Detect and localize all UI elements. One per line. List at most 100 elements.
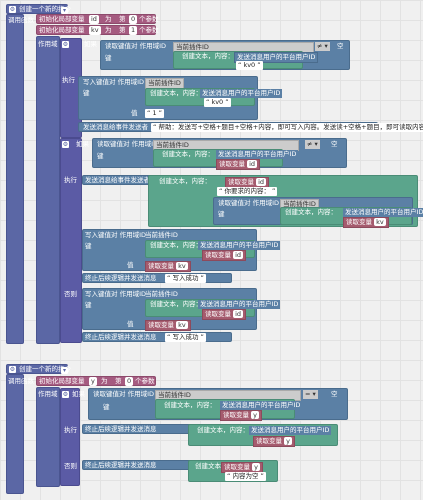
gear-icon[interactable]: ⚙	[9, 365, 16, 374]
create-text-label: 创建文本，内容：	[197, 426, 249, 434]
sender-user-id[interactable]: 发送消息用户的平台用户ID	[249, 426, 332, 435]
read-var-block[interactable]: 读取变量 kv	[145, 261, 191, 272]
read-var-block[interactable]: 读取变量 y	[220, 410, 262, 421]
read-kv-block[interactable]: 读取键值对 作用域ID 当前插件ID = ▾ 空 键 创建文本，内容： 发送消息…	[88, 388, 348, 421]
read-kv-block[interactable]: 读取键值对 作用域ID 当前插件ID ≠ ▾ 空 键 创建文本，内容： 发送消息…	[92, 138, 347, 170]
sender-user-id[interactable]: 发送消息用户的平台用户ID	[343, 208, 423, 217]
current-plugin-id[interactable]: 当前插件ID	[145, 290, 178, 299]
create-text-block[interactable]: 创建文本，内容： 发送消息用户的平台用户ID 读取变量 id	[153, 149, 299, 170]
end-send-label: 终止后续逻辑并发送消息	[85, 333, 157, 341]
init-local-var-block[interactable]: 初始化局部变量 id 为 第 0 个参数	[36, 14, 159, 24]
read-var-block[interactable]: 读取变量 id	[202, 309, 247, 320]
var-dropdown[interactable]: id	[89, 15, 99, 24]
create-text-label: 创建文本，内容：	[150, 89, 202, 97]
else-label: 否则	[64, 290, 77, 298]
gear-icon[interactable]: ⚙	[9, 5, 16, 14]
init-label: 初始化局部变量	[39, 377, 85, 385]
write-kv-block[interactable]: 写入键值对 作用域ID 当前插件ID 键 创建文本，内容： 发送消息用户的平台用…	[82, 229, 281, 272]
scope-block[interactable]	[36, 387, 60, 487]
sender-user-id[interactable]: 发送消息用户的平台用户ID	[216, 150, 299, 159]
var-dropdown[interactable]: y	[89, 377, 97, 386]
param-index[interactable]: 1	[129, 26, 138, 35]
value-string[interactable]: “ 1 ”	[145, 109, 165, 118]
sender-user-id[interactable]: 发送消息用户的平台用户ID	[220, 401, 303, 410]
kv0-string[interactable]: “ kv0 ”	[236, 61, 263, 70]
create-text-block[interactable]: 创建文本，内容： 发送消息用户的平台用户ID “ kv0 ”	[145, 88, 283, 107]
exec-label: 执行	[64, 176, 77, 184]
var-dropdown[interactable]: kv	[89, 26, 101, 35]
current-plugin-id[interactable]: 当前插件ID	[145, 231, 178, 240]
gear-icon[interactable]: ⚙	[62, 40, 69, 49]
end-send-block[interactable]: 终止后续逻辑并发送消息	[82, 460, 192, 470]
command-body	[6, 14, 24, 344]
scope-label: 作用域	[38, 390, 58, 398]
new-command-header[interactable]: ⚙ 创建一个新的指令 ▾	[6, 4, 71, 14]
end-send-block[interactable]: 终止后续逻辑并发送消息 “ 写入成功 ”	[82, 332, 232, 342]
scope-label: 作用域	[38, 40, 58, 48]
read-kv-label: 读取键值对 作用域ID	[93, 390, 154, 398]
create-text-label: 创建文本，内容：	[159, 177, 211, 185]
key-label: 键	[103, 403, 110, 411]
param-index[interactable]: 0	[125, 377, 134, 386]
create-text-block[interactable]: 创建文本，内容： 发送消息用户的平台用户ID 读取变量 kv	[280, 207, 423, 228]
read-kv-block[interactable]: 读取键值对 作用域ID 当前插件ID ≠ ▾ 空 键 创建文本，内容： 发送消息…	[100, 40, 350, 70]
create-text-label: 创建文本，内容：	[150, 300, 202, 308]
read-var-block[interactable]: 读取变量 kv	[343, 217, 389, 228]
as-label: 为	[101, 377, 108, 385]
send-label: 发送消息给事件发送者	[83, 123, 148, 131]
send-to-sender-block[interactable]: 发送消息给事件发送者	[82, 175, 152, 185]
read-var-block[interactable]: 读取变量 id	[202, 250, 247, 261]
key-label: 键	[97, 152, 104, 160]
value-label: 值	[127, 261, 134, 269]
write-ok-string[interactable]: “ 写入成功 ”	[165, 333, 206, 342]
send-to-sender-block[interactable]: 发送消息给事件发送者 “ 帮助：发送写+空格+题目+空格+内容，即可写入内容。发…	[78, 122, 423, 132]
kv0-string[interactable]: “ kv0 ”	[204, 98, 231, 107]
init-local-var-block[interactable]: 初始化局部变量 kv 为 第 1 个参数	[36, 25, 159, 35]
create-text-block[interactable]: 创建文本，内容： 读取变量 y “ 内容为空 ”	[188, 460, 278, 482]
read-var-block[interactable]: 读取变量 id	[216, 159, 261, 170]
new-command-header[interactable]: ⚙ 创建一个新的指令 ▾	[6, 364, 71, 375]
content-empty-string[interactable]: “ 内容为空 ”	[225, 472, 266, 481]
param-label: 个参数	[139, 15, 159, 23]
param-index[interactable]: 0	[129, 15, 138, 24]
create-text-block[interactable]: 创建文本，内容： 读取变量 id “ 你要求的内容： ” 读取键值对 作用域ID…	[148, 175, 423, 228]
else-label: 否则	[64, 462, 77, 470]
key-label: 键	[85, 301, 92, 309]
collapse-icon[interactable]: ▾	[61, 366, 68, 375]
create-text-label: 创建文本，内容：	[162, 150, 214, 158]
gear-icon[interactable]: ⚙	[62, 140, 69, 149]
create-text-block[interactable]: 创建文本，内容： 发送消息用户的平台用户ID 读取变量 y	[188, 424, 338, 447]
create-text-block[interactable]: 创建文本，内容： 发送消息用户的平台用户ID 读取变量 id	[145, 299, 281, 320]
end-send-block[interactable]: 终止后续逻辑并发送消息	[82, 424, 192, 434]
your-content-string[interactable]: “ 你要求的内容： ”	[217, 187, 278, 196]
if-label: 如果	[84, 40, 97, 48]
write-kv-block[interactable]: 写入键值对 作用域ID 当前插件ID 键 创建文本，内容： 发送消息用户的平台用…	[82, 288, 281, 331]
read-kv-block[interactable]: 读取键值对 作用域ID 当前插件ID 键 创建文本，内容： 发送消息用户的平台用…	[213, 197, 423, 228]
read-kv-label: 读取键值对 作用域ID	[105, 42, 166, 50]
empty-label: 空	[331, 140, 338, 148]
sender-user-id[interactable]: 发送消息用户的平台用户ID	[200, 89, 283, 98]
compare-dropdown[interactable]: = ▾	[303, 390, 318, 399]
scope-block[interactable]	[36, 36, 60, 344]
init-label: 初始化局部变量	[39, 26, 85, 34]
read-var-block[interactable]: 读取变量 kv	[145, 320, 191, 331]
write-kv-block[interactable]: 写入键值对 作用域ID 当前插件ID 键 创建文本，内容： 发送消息用户的平台用…	[78, 76, 283, 120]
compare-dropdown[interactable]: ≠ ▾	[315, 42, 330, 51]
if-block[interactable]	[60, 388, 80, 486]
create-text-block[interactable]: 创建文本，内容： 发送消息用户的平台用户ID 读取变量 y	[155, 399, 303, 421]
end-send-block[interactable]: 终止后续逻辑并发送消息 “ 写入成功 ”	[82, 273, 232, 283]
create-text-block[interactable]: 创建文本，内容： 发送消息用户的平台用户ID “ kv0 ”	[173, 51, 319, 70]
compare-dropdown[interactable]: ≠ ▾	[305, 140, 320, 149]
if-block[interactable]	[60, 138, 82, 343]
read-var-block[interactable]: 读取变量 y	[253, 436, 295, 447]
create-text-block[interactable]: 创建文本，内容： 发送消息用户的平台用户ID 读取变量 id	[145, 240, 281, 261]
write-ok-string[interactable]: “ 写入成功 ”	[165, 274, 206, 283]
help-string[interactable]: “ 帮助：发送写+空格+题目+空格+内容，即可写入内容。发送读+空格+题目，即可…	[151, 123, 423, 132]
exec-label: 执行	[62, 76, 75, 84]
sender-user-id[interactable]: 发送消息用户的平台用户ID	[198, 300, 281, 309]
sender-user-id[interactable]: 发送消息用户的平台用户ID	[198, 241, 281, 250]
init-local-var-block[interactable]: 初始化局部变量 y 为 第 0 个参数	[36, 376, 156, 386]
create-text-label: 创建文本，内容：	[182, 52, 234, 60]
gear-icon[interactable]: ⚙	[62, 390, 69, 399]
write-kv-label: 写入键值对 作用域ID	[83, 78, 144, 86]
